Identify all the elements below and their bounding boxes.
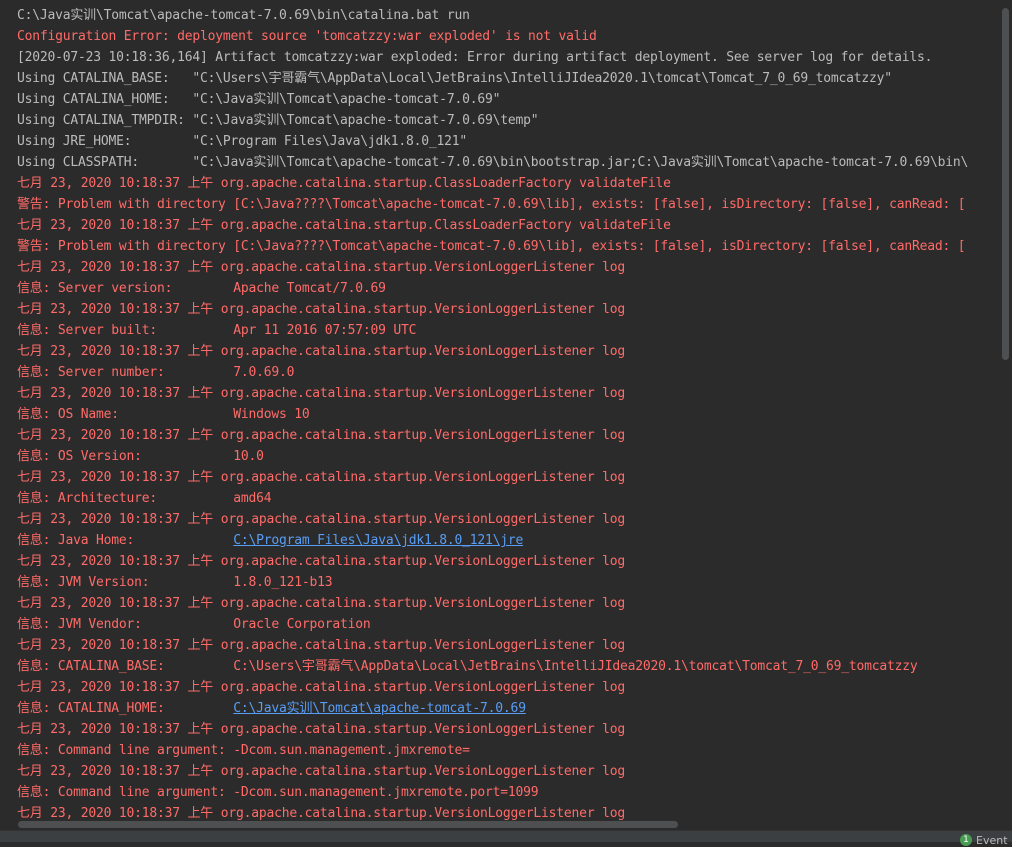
console-line-text: Using CATALINA_BASE: "C:\Users\宇哥霸气\AppD… [17, 71, 892, 86]
console-line-text: 信息: JVM Vendor: Oracle Corporation [17, 617, 371, 632]
console-line-text: 信息: Architecture: amd64 [17, 491, 272, 506]
console-path-link[interactable]: C:\Java实训\Tomcat\apache-tomcat-7.0.69 [233, 701, 526, 716]
console-line-text: 七月 23, 2020 10:18:37 上午 org.apache.catal… [17, 554, 625, 569]
console-line-error: 信息: Server built: Apr 11 2016 07:57:09 U… [17, 320, 968, 341]
console-line: C:\Java实训\Tomcat\apache-tomcat-7.0.69\bi… [17, 5, 968, 26]
console-line: Using JRE_HOME: "C:\Program Files\Java\j… [17, 131, 968, 152]
console-line-text: 七月 23, 2020 10:18:37 上午 org.apache.catal… [17, 218, 671, 233]
console-line: Using CATALINA_HOME: "C:\Java实训\Tomcat\a… [17, 89, 968, 110]
event-log-label: Event Log [976, 833, 1012, 847]
console-line-error: 七月 23, 2020 10:18:37 上午 org.apache.catal… [17, 635, 968, 656]
console-line-error: 信息: JVM Version: 1.8.0_121-b13 [17, 572, 968, 593]
console-line-text: Using CATALINA_TMPDIR: "C:\Java实训\Tomcat… [17, 113, 539, 128]
console-line-error: 信息: Command line argument: -Dcom.sun.man… [17, 740, 968, 761]
console-line-error: 信息: CATALINA_BASE: C:\Users\宇哥霸气\AppData… [17, 656, 968, 677]
run-console-output[interactable]: C:\Java实训\Tomcat\apache-tomcat-7.0.69\bi… [0, 0, 1000, 822]
console-line-text: 七月 23, 2020 10:18:37 上午 org.apache.catal… [17, 386, 625, 401]
console-line-error: 信息: Server version: Apache Tomcat/7.0.69 [17, 278, 968, 299]
console-line-text: 信息: CATALINA_BASE: C:\Users\宇哥霸气\AppData… [17, 659, 918, 674]
console-path-link[interactable]: C:\Program Files\Java\jdk1.8.0_121\jre [233, 533, 523, 548]
console-line-text: 信息: CATALINA_HOME: [17, 701, 234, 716]
status-bar [0, 830, 1012, 842]
console-line-error: 信息: Architecture: amd64 [17, 488, 968, 509]
console-line-error: 七月 23, 2020 10:18:37 上午 org.apache.catal… [17, 341, 968, 362]
console-line-error: 信息: Java Home: C:\Program Files\Java\jdk… [17, 530, 968, 551]
vertical-scrollbar-thumb[interactable] [1002, 8, 1009, 360]
console-line-error: 七月 23, 2020 10:18:37 上午 org.apache.catal… [17, 173, 968, 194]
console-line-text: 七月 23, 2020 10:18:37 上午 org.apache.catal… [17, 638, 625, 653]
console-line-text: Configuration Error: deployment source '… [17, 29, 597, 44]
console-line-text: 七月 23, 2020 10:18:37 上午 org.apache.catal… [17, 596, 625, 611]
console-line-error: 信息: CATALINA_HOME: C:\Java实训\Tomcat\apac… [17, 698, 968, 719]
console-line: Using CATALINA_TMPDIR: "C:\Java实训\Tomcat… [17, 110, 968, 131]
console-line-error: 信息: OS Version: 10.0 [17, 446, 968, 467]
console-line-error: 信息: JVM Vendor: Oracle Corporation [17, 614, 968, 635]
console-line-error: 七月 23, 2020 10:18:37 上午 org.apache.catal… [17, 509, 968, 530]
console-line-text: 警告: Problem with directory [C:\Java????\… [17, 197, 966, 212]
console-line-text: 七月 23, 2020 10:18:37 上午 org.apache.catal… [17, 302, 625, 317]
console-line-text: 七月 23, 2020 10:18:37 上午 org.apache.catal… [17, 512, 625, 527]
console-line-text: 信息: Server built: Apr 11 2016 07:57:09 U… [17, 323, 417, 338]
console-line-error: 信息: Command line argument: -Dcom.sun.man… [17, 782, 968, 803]
console-line-text: 七月 23, 2020 10:18:37 上午 org.apache.catal… [17, 470, 625, 485]
console-lines: C:\Java实训\Tomcat\apache-tomcat-7.0.69\bi… [17, 5, 968, 822]
console-line-error: 七月 23, 2020 10:18:37 上午 org.apache.catal… [17, 719, 968, 740]
console-line-text: 七月 23, 2020 10:18:37 上午 org.apache.catal… [17, 722, 625, 737]
console-line-text: 七月 23, 2020 10:18:37 上午 org.apache.catal… [17, 680, 625, 695]
console-line-text: 七月 23, 2020 10:18:37 上午 org.apache.catal… [17, 428, 625, 443]
console-line: Using CATALINA_BASE: "C:\Users\宇哥霸气\AppD… [17, 68, 968, 89]
console-line: Using CLASSPATH: "C:\Java实训\Tomcat\apach… [17, 152, 968, 173]
console-line-text: Using JRE_HOME: "C:\Program Files\Java\j… [17, 134, 467, 149]
horizontal-scrollbar[interactable] [0, 820, 1000, 830]
console-line-text: Using CATALINA_HOME: "C:\Java实训\Tomcat\a… [17, 92, 501, 107]
console-line-error: 七月 23, 2020 10:18:37 上午 org.apache.catal… [17, 257, 968, 278]
event-log-badge: 1 [960, 834, 972, 846]
console-line-error: 七月 23, 2020 10:18:37 上午 org.apache.catal… [17, 761, 968, 782]
console-line-text: 信息: OS Version: 10.0 [17, 449, 264, 464]
console-line-error: 七月 23, 2020 10:18:37 上午 org.apache.catal… [17, 215, 968, 236]
console-line-error: 信息: OS Name: Windows 10 [17, 404, 968, 425]
event-log-button[interactable]: 1 Event Log [960, 833, 1012, 847]
vertical-scrollbar[interactable] [1000, 0, 1012, 822]
console-line-error: 信息: Server number: 7.0.69.0 [17, 362, 968, 383]
console-line-error: Configuration Error: deployment source '… [17, 26, 968, 47]
console-line-error: 警告: Problem with directory [C:\Java????\… [17, 194, 968, 215]
console-line-text: 七月 23, 2020 10:18:37 上午 org.apache.catal… [17, 806, 625, 821]
console-line-text: 七月 23, 2020 10:18:37 上午 org.apache.catal… [17, 260, 625, 275]
console-line-text: 警告: Problem with directory [C:\Java????\… [17, 239, 966, 254]
console-line-error: 警告: Problem with directory [C:\Java????\… [17, 236, 968, 257]
horizontal-scrollbar-thumb[interactable] [18, 821, 678, 828]
console-line-error: 七月 23, 2020 10:18:37 上午 org.apache.catal… [17, 383, 968, 404]
console-line-error: 七月 23, 2020 10:18:37 上午 org.apache.catal… [17, 425, 968, 446]
console-line-text: 七月 23, 2020 10:18:37 上午 org.apache.catal… [17, 344, 625, 359]
console-line-text: C:\Java实训\Tomcat\apache-tomcat-7.0.69\bi… [17, 8, 470, 23]
console-line-error: 七月 23, 2020 10:18:37 上午 org.apache.catal… [17, 677, 968, 698]
console-line-text: 信息: Command line argument: -Dcom.sun.man… [17, 743, 470, 758]
console-line-text: 信息: Command line argument: -Dcom.sun.man… [17, 785, 539, 800]
console-line-error: 七月 23, 2020 10:18:37 上午 org.apache.catal… [17, 551, 968, 572]
console-line-text: 七月 23, 2020 10:18:37 上午 org.apache.catal… [17, 764, 625, 779]
console-line-text: 信息: Java Home: [17, 533, 234, 548]
console-line: [2020-07-23 10:18:36,164] Artifact tomca… [17, 47, 968, 68]
console-line-error: 七月 23, 2020 10:18:37 上午 org.apache.catal… [17, 467, 968, 488]
console-line-text: 七月 23, 2020 10:18:37 上午 org.apache.catal… [17, 176, 671, 191]
console-line-error: 七月 23, 2020 10:18:37 上午 org.apache.catal… [17, 299, 968, 320]
console-line-text: [2020-07-23 10:18:36,164] Artifact tomca… [17, 50, 933, 65]
console-line-text: 信息: JVM Version: 1.8.0_121-b13 [17, 575, 333, 590]
console-line-text: 信息: OS Name: Windows 10 [17, 407, 310, 422]
console-line-text: Using CLASSPATH: "C:\Java实训\Tomcat\apach… [17, 155, 969, 170]
console-line-text: 信息: Server version: Apache Tomcat/7.0.69 [17, 281, 386, 296]
console-line-error: 七月 23, 2020 10:18:37 上午 org.apache.catal… [17, 593, 968, 614]
console-line-text: 信息: Server number: 7.0.69.0 [17, 365, 295, 380]
